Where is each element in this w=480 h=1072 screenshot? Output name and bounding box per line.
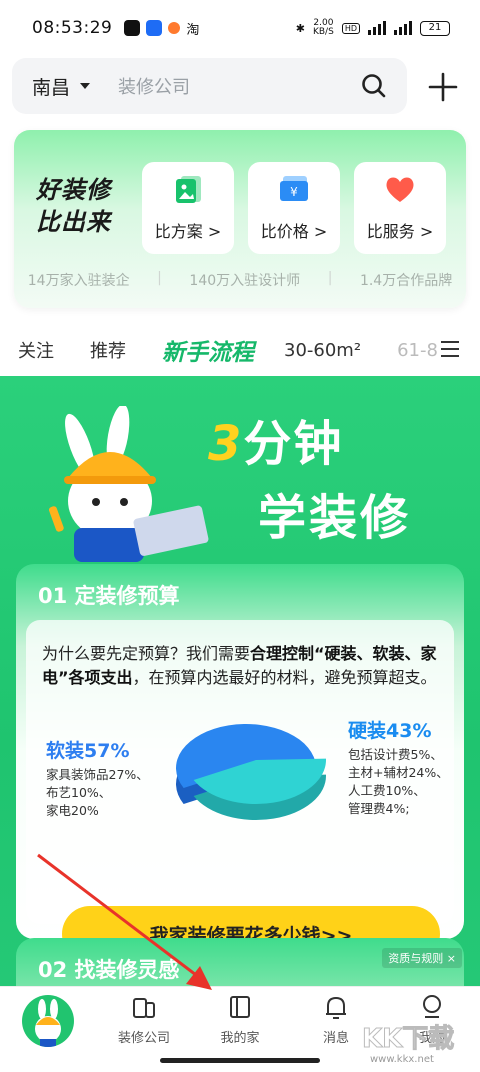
nav-my-home[interactable]: 我的家 <box>200 993 280 1046</box>
compare-service-card[interactable]: 比服务 > <box>354 162 446 254</box>
bunny-avatar-icon <box>35 999 61 1047</box>
tab-beginner-guide[interactable]: 新手流程 <box>162 333 254 367</box>
taobao-icon: 淘 <box>186 22 200 38</box>
stats-row: 14万家入驻装企 | 140万入驻设计师 | 1.4万合作品牌 <box>14 270 466 290</box>
status-right: ✱ 2.00 KB/S HD 21 <box>296 19 450 37</box>
headline-line2: 学装修 <box>258 490 412 546</box>
stat-companies: 14万家入驻装企 <box>27 273 130 289</box>
headline-minutes: 分钟 <box>243 416 344 472</box>
stat-brands: 1.4万合作品牌 <box>359 273 453 289</box>
company-icon <box>133 998 155 1018</box>
nav-my-home-label: 我的家 <box>220 1031 260 1046</box>
hard-item: 管理费4%; <box>348 801 410 816</box>
compare-price-card[interactable]: ¥ 比价格 > <box>248 162 340 254</box>
inspiration-section-title: 02 找装修灵感 <box>38 958 180 982</box>
desc-post: ，在预算内选最好的材料，避免预算超支。 <box>132 668 437 687</box>
slogan-line2: 比出来 <box>36 208 111 236</box>
budget-description: 为什么要先定预算？我们需要合理控制“硬装、软装、家电”各项支出，在预算内选最好的… <box>42 642 442 690</box>
inspiration-section[interactable]: 02 找装修灵感 资质与规则 × <box>16 938 464 986</box>
budget-section-body: 为什么要先定预算？我们需要合理控制“硬装、软装、家电”各项支出，在预算内选最好的… <box>26 620 454 962</box>
plan-icon <box>176 176 201 203</box>
tab-30-60[interactable]: 30-60m² <box>284 340 361 361</box>
bunny-mascot-icon <box>48 406 209 562</box>
compare-service-label: 比服务 > <box>366 222 434 241</box>
stat-designers: 140万入驻设计师 <box>189 273 301 289</box>
slogan: 好装修 比出来 <box>36 174 111 238</box>
category-tabs: 关注 推荐 新手流程 30-60m² 61-8 <box>0 322 480 378</box>
desc-pre: 为什么要先定预算？我们需要 <box>42 644 251 663</box>
watermark-logo: KK下载 <box>361 1024 455 1055</box>
hd-icon: HD <box>341 22 360 34</box>
tab-61-80[interactable]: 61-8 <box>397 340 438 361</box>
stat-divider: | <box>157 270 162 286</box>
stat-divider: | <box>327 270 333 286</box>
book-icon <box>230 996 250 1018</box>
compare-price-label: 比价格 > <box>260 222 328 241</box>
budget-section-title: 01 定装修预算 <box>38 584 180 608</box>
watermark-url: www.kkx.net <box>370 1054 434 1065</box>
profile-icon <box>423 995 441 1018</box>
app-blue-icon <box>146 20 163 36</box>
signal-2-icon <box>394 21 412 35</box>
soft-item: 布艺10%、 <box>46 785 112 800</box>
net-speed: 2.00 KB/S <box>313 19 334 37</box>
rocket-icon <box>168 22 181 34</box>
headline-number: 3 <box>208 416 244 472</box>
city-label: 南昌 <box>32 76 71 99</box>
tiktok-icon <box>124 20 141 36</box>
status-bar: 08:53:29 淘 ✱ 2.00 KB/S HD 21 <box>0 0 480 56</box>
budget-section: 01 定装修预算 为什么要先定预算？我们需要合理控制“硬装、软装、家电”各项支出… <box>16 564 464 962</box>
bell-icon <box>326 996 346 1019</box>
status-time: 08:53:29 <box>32 18 113 38</box>
compare-plan-card[interactable]: 比方案 > <box>142 162 234 254</box>
menu-icon[interactable] <box>440 340 460 358</box>
beginner-guide-banner[interactable]: 3分钟 学装修 01 定装修预算 为什么要先定预算？我们需要合理控制“硬装、软装… <box>0 376 480 986</box>
search-icon[interactable] <box>361 73 387 99</box>
bluetooth-icon: ✱ <box>295 21 305 35</box>
hard-item: 人工费10%、 <box>348 783 426 798</box>
compare-plan-label: 比方案 > <box>154 222 222 241</box>
soft-decor-items: 家具装饰品27%、 布艺10%、 家电20% <box>46 766 149 820</box>
hard-item: 包括设计费5%、 <box>348 747 443 762</box>
signal-icon <box>368 21 386 35</box>
headline-line1: 3分钟 <box>208 404 343 474</box>
soft-item: 家具装饰品27%、 <box>46 767 149 782</box>
compare-banner: 好装修 比出来 比方案 > ¥ 比价格 > 比服务 > 14万家入驻装企 | 1… <box>14 130 466 308</box>
slogan-line1: 好装修 <box>36 176 111 204</box>
home-mascot-tab[interactable] <box>22 995 74 1047</box>
battery-icon: 21 <box>420 20 450 36</box>
price-icon: ¥ <box>280 176 308 201</box>
soft-decor-title: 软装57% <box>46 740 130 762</box>
add-icon[interactable] <box>426 70 460 104</box>
tab-recommend[interactable]: 推荐 <box>90 337 126 363</box>
tab-follow[interactable]: 关注 <box>18 337 54 363</box>
svg-text:¥: ¥ <box>290 185 298 199</box>
hard-item: 主材+辅材24%、 <box>348 765 449 780</box>
nav-messages-label: 消息 <box>322 1031 349 1046</box>
net-speed-unit: KB/S <box>312 27 334 37</box>
search-input[interactable]: 装修公司 <box>118 73 361 99</box>
nav-company[interactable]: 装修公司 <box>104 993 184 1046</box>
budget-pie-chart <box>175 724 326 820</box>
status-app-icons: 淘 <box>124 19 199 38</box>
hard-decor-title: 硬装43% <box>348 720 432 742</box>
hard-decor-items: 包括设计费5%、 主材+辅材24%、 人工费10%、 管理费4%; <box>348 746 449 818</box>
heart-icon <box>386 177 414 202</box>
ad-tag-label: 资质与规则 <box>388 952 444 965</box>
ad-qualification-tag[interactable]: 资质与规则 × <box>382 948 462 968</box>
city-selector[interactable]: 南昌 <box>32 73 91 100</box>
nav-company-label: 装修公司 <box>117 1031 170 1046</box>
caret-down-icon <box>80 83 91 89</box>
search-bar[interactable]: 南昌 装修公司 <box>12 58 407 114</box>
soft-item: 家电20% <box>46 803 99 818</box>
home-indicator[interactable] <box>160 1058 320 1063</box>
